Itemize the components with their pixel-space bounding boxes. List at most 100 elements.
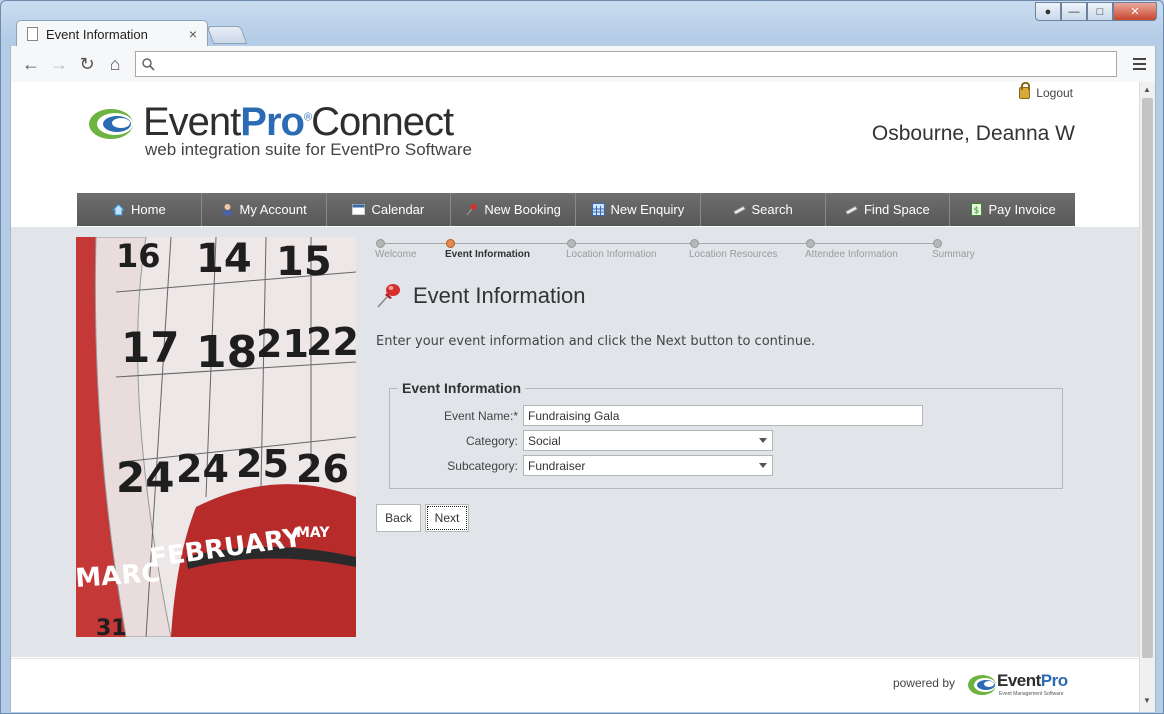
- nav-item-pay-invoice[interactable]: $ Pay Invoice: [950, 193, 1075, 226]
- eventpro-connect-logo[interactable]: EventPro®Connect web integration suite f…: [87, 100, 477, 164]
- logo-swoosh-icon: [89, 109, 133, 139]
- site-header: EventPro®Connect web integration suite f…: [11, 82, 1141, 227]
- hero-number: 17: [121, 323, 179, 372]
- event-name-label: Event Name:*: [443, 408, 518, 423]
- logo-wordmark: EventPro®Connect: [143, 100, 454, 144]
- hero-number: 31: [96, 616, 127, 637]
- footer-logo-tagline: Event Management Software: [999, 691, 1064, 697]
- event-name-value: Fundraising Gala: [528, 408, 620, 423]
- grid-calendar-icon: [591, 203, 605, 216]
- scroll-down-icon[interactable]: ▼: [1143, 696, 1151, 705]
- powered-by-text: powered by: [892, 676, 955, 690]
- step-dot: [806, 239, 815, 248]
- hero-number: 15: [276, 239, 332, 285]
- scroll-thumb[interactable]: [1142, 98, 1153, 658]
- footer-logo-wordmark: EventPro: [997, 671, 1068, 690]
- chevron-down-icon: [759, 438, 767, 443]
- nav-item-search[interactable]: Search: [700, 193, 826, 226]
- hero-number: 24: [176, 447, 229, 491]
- eventpro-footer-logo[interactable]: EventPro Event Management Software: [967, 669, 1077, 703]
- page-viewport: EventPro®Connect web integration suite f…: [10, 82, 1156, 712]
- page-heading: Event Information: [413, 283, 586, 308]
- back-arrow-icon[interactable]: ←: [17, 50, 45, 78]
- hero-month: MARC: [76, 558, 161, 594]
- nav-item-my-account[interactable]: My Account: [201, 193, 327, 226]
- steps-line: [381, 243, 941, 244]
- category-row: Category: Social: [390, 430, 773, 451]
- instructions-text: Enter your event information and click t…: [376, 334, 816, 349]
- binoculars-icon: [732, 203, 746, 216]
- logout-link[interactable]: Logout: [1019, 82, 1073, 100]
- nav-label: Calendar: [371, 202, 425, 217]
- back-button[interactable]: Back: [376, 504, 421, 532]
- hero-number: 16: [116, 237, 161, 275]
- nav-item-home[interactable]: Home: [77, 193, 202, 226]
- pushpin-icon: [377, 284, 400, 308]
- browser-tab[interactable]: Event Information ×: [16, 20, 208, 47]
- maximize-button[interactable]: □: [1087, 2, 1113, 21]
- fieldset-legend: Event Information: [398, 380, 526, 396]
- nav-label: My Account: [239, 202, 307, 217]
- subcategory-label: Subcategory:: [447, 458, 518, 473]
- svg-text:$: $: [973, 206, 979, 216]
- scroll-up-icon[interactable]: ▲: [1143, 85, 1151, 94]
- logo-tagline: web integration suite for EventPro Softw…: [145, 140, 472, 159]
- hero-number: 21: [256, 322, 309, 366]
- new-tab-button[interactable]: [206, 26, 248, 44]
- hero-number: 25: [236, 442, 289, 486]
- browser-window: ● — □ ✕ Event Information × ← → ↻ ⌂ Even…: [0, 0, 1164, 714]
- home-icon: [112, 203, 126, 216]
- step-label: Summary: [932, 249, 975, 260]
- next-button[interactable]: Next: [425, 504, 469, 532]
- subcategory-select[interactable]: Fundraiser: [523, 455, 773, 476]
- nav-label: New Booking: [484, 202, 561, 217]
- step-label: Location Resources: [689, 249, 778, 260]
- window-controls: ● — □ ✕: [1035, 2, 1157, 21]
- hero-number: 24: [116, 453, 174, 502]
- home-icon[interactable]: ⌂: [101, 50, 129, 78]
- step-label: Event Information: [445, 249, 531, 260]
- step-dot: [376, 239, 385, 248]
- close-window-button[interactable]: ✕: [1113, 2, 1157, 21]
- reload-icon[interactable]: ↻: [73, 50, 101, 78]
- page-title: Event Information: [375, 282, 585, 310]
- nav-label: New Enquiry: [610, 202, 685, 217]
- address-bar[interactable]: [135, 51, 1117, 77]
- step-dot: [933, 239, 942, 248]
- category-value: Social: [528, 433, 561, 448]
- user-name: Osbourne, Deanna W: [871, 122, 1075, 145]
- nav-item-new-booking[interactable]: New Booking: [451, 193, 576, 226]
- category-select[interactable]: Social: [523, 430, 773, 451]
- page-scrollbar[interactable]: ▲ ▼: [1139, 82, 1155, 712]
- nav-item-calendar[interactable]: Calendar: [326, 193, 452, 226]
- nav-item-new-enquiry[interactable]: New Enquiry: [576, 193, 701, 226]
- page-icon: [27, 27, 38, 41]
- category-label: Category:: [465, 433, 518, 448]
- calendar-hero-image: 14 15 16 17 18 21 22 24 24 25 26 31 FEBR…: [76, 237, 356, 637]
- step-label: Location Information: [566, 249, 657, 260]
- user-icon: [221, 203, 234, 216]
- wizard-steps: Welcome Event Information Location Infor…: [375, 237, 995, 267]
- logout-label: Logout: [1036, 86, 1073, 100]
- chevron-down-icon: [759, 463, 767, 468]
- pushpin-icon: [465, 203, 478, 216]
- search-icon: [142, 57, 155, 71]
- step-label: Welcome: [375, 249, 417, 260]
- event-name-input[interactable]: Fundraising Gala: [523, 405, 923, 426]
- subcategory-row: Subcategory: Fundraiser: [390, 455, 773, 476]
- browser-menu-icon[interactable]: [1129, 54, 1149, 74]
- user-profile-icon[interactable]: ●: [1035, 2, 1061, 21]
- minimize-button[interactable]: —: [1061, 2, 1087, 21]
- hero-number: 14: [196, 237, 252, 282]
- step-dot: [690, 239, 699, 248]
- main-nav: Home My Account Calendar New Booking New…: [77, 193, 1075, 226]
- calendar-icon: [352, 203, 366, 216]
- tab-close-icon[interactable]: ×: [189, 26, 197, 42]
- hero-month: MAY: [296, 525, 330, 541]
- nav-label: Home: [131, 202, 166, 217]
- nav-item-find-space[interactable]: Find Space: [825, 193, 951, 226]
- nav-label: Find Space: [863, 202, 930, 217]
- hero-number: 22: [306, 320, 356, 364]
- forward-arrow-icon[interactable]: →: [45, 50, 73, 78]
- step-dot: [567, 239, 576, 248]
